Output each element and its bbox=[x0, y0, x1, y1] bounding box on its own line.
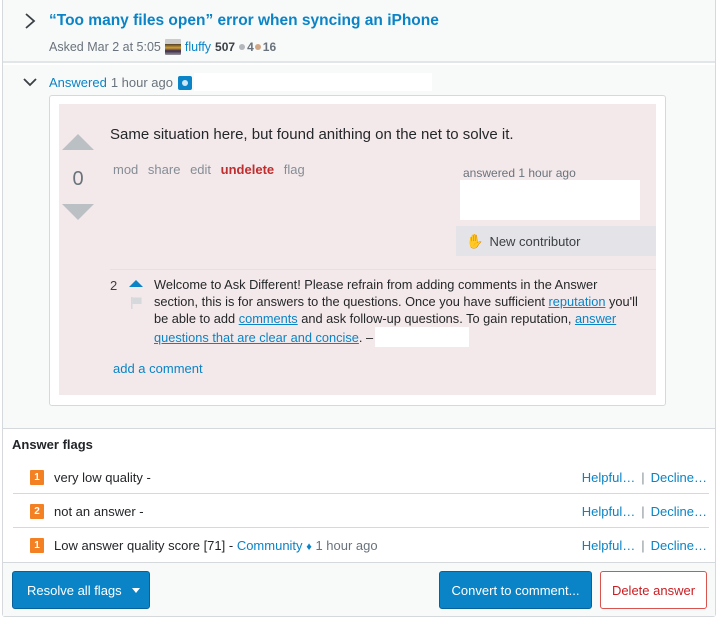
redacted-area bbox=[194, 73, 432, 91]
flag-actions: Helpful… | Decline… bbox=[582, 470, 707, 485]
new-contributor-label: New contributor bbox=[489, 233, 581, 249]
comments-link[interactable]: comments bbox=[239, 311, 298, 326]
silver-badge-count: 4 bbox=[247, 40, 254, 54]
edit-link[interactable]: edit bbox=[190, 162, 211, 177]
undelete-link[interactable]: undelete bbox=[221, 162, 274, 177]
upvote-arrow-icon[interactable] bbox=[62, 134, 94, 150]
question-header: “Too many files open” error when syncing… bbox=[3, 0, 715, 63]
answered-link[interactable]: Answered bbox=[49, 75, 107, 90]
redacted-comment-user bbox=[375, 327, 470, 347]
convert-to-comment-button[interactable]: Convert to comment... bbox=[439, 571, 592, 609]
flag-count-badge: 1 bbox=[30, 538, 44, 553]
answered-timestamp: answered 1 hour ago bbox=[463, 166, 576, 180]
flag-link[interactable]: flag bbox=[284, 162, 305, 177]
comment-flag-icon[interactable] bbox=[130, 297, 142, 309]
deleted-answer-body: 0 Same situation here, but found anithin… bbox=[59, 104, 656, 395]
decline-button[interactable]: Decline… bbox=[651, 470, 707, 485]
comment-text-part: and ask follow-up questions. To gain rep… bbox=[297, 311, 575, 326]
flag-reason: not an answer - bbox=[54, 503, 144, 519]
bronze-badge-icon bbox=[254, 44, 261, 50]
resolve-label: Resolve all flags bbox=[27, 582, 122, 598]
comment-upvote-icon[interactable] bbox=[129, 280, 143, 287]
answer-flags-heading: Answer flags bbox=[12, 437, 93, 452]
answer-section: Answered 1 hour ago 0 Same situation her… bbox=[3, 65, 715, 429]
flag-reason: Low answer quality score [71] - Communit… bbox=[54, 538, 378, 553]
flag-count-badge: 2 bbox=[30, 503, 44, 519]
user-link[interactable]: fluffy bbox=[185, 40, 211, 54]
flag-time: 1 hour ago bbox=[315, 538, 378, 553]
delete-answer-button[interactable]: Delete answer bbox=[600, 571, 707, 609]
moderator-icon bbox=[177, 75, 192, 90]
answered-time: 1 hour ago bbox=[110, 75, 173, 90]
flag-actions: Helpful… | Decline… bbox=[582, 504, 707, 519]
question-title-link[interactable]: “Too many files open” error when syncing… bbox=[49, 12, 439, 30]
helpful-button[interactable]: Helpful… bbox=[582, 470, 635, 485]
helpful-button[interactable]: Helpful… bbox=[582, 504, 635, 519]
asked-label: Asked Mar 2 at 5:05 bbox=[49, 40, 161, 54]
decline-button[interactable]: Decline… bbox=[651, 538, 707, 553]
mod-link[interactable]: mod bbox=[113, 162, 138, 177]
bronze-badge-count: 16 bbox=[262, 40, 277, 54]
reputation: 507 bbox=[215, 40, 236, 54]
flagger-link[interactable]: Community bbox=[237, 538, 303, 553]
caret-down-icon bbox=[131, 587, 140, 593]
flag-reason-text: Low answer quality score [71] - bbox=[54, 538, 237, 553]
wave-hand-icon: ✋ bbox=[466, 232, 484, 249]
redacted-user-card bbox=[460, 180, 640, 220]
user-avatar[interactable] bbox=[164, 39, 181, 55]
vote-count: 0 bbox=[72, 168, 84, 190]
reputation-link[interactable]: reputation bbox=[549, 294, 606, 309]
separator: | bbox=[641, 538, 645, 553]
action-footer: Resolve all flags Convert to comment... … bbox=[3, 562, 715, 616]
downvote-arrow-icon[interactable] bbox=[62, 204, 94, 220]
comment-text-part: . – bbox=[358, 330, 374, 345]
flag-count-badge: 1 bbox=[30, 469, 44, 485]
flag-reason: very low quality - bbox=[54, 469, 151, 485]
comment-score: 2 bbox=[110, 278, 118, 293]
chevron-down-icon[interactable] bbox=[22, 76, 38, 88]
flag-row: 1 Low answer quality score [71] - Commun… bbox=[13, 529, 709, 562]
flag-row: 2 not an answer - Helpful… | Decline… bbox=[13, 495, 709, 528]
comment-text: Welcome to Ask Different! Please refrain… bbox=[154, 276, 644, 347]
add-comment-link[interactable]: add a comment bbox=[113, 361, 203, 376]
share-link[interactable]: share bbox=[148, 162, 181, 177]
review-panel: “Too many files open” error when syncing… bbox=[2, 0, 716, 617]
flag-row: 1 very low quality - Helpful… | Decline… bbox=[13, 461, 709, 494]
silver-badge-icon bbox=[239, 44, 246, 50]
answer-card: 0 Same situation here, but found anithin… bbox=[49, 95, 666, 406]
separator: | bbox=[641, 504, 645, 519]
decline-button[interactable]: Decline… bbox=[651, 504, 707, 519]
comment-text-part: Welcome to Ask Different! Please refrain… bbox=[154, 277, 598, 309]
moderator-diamond-icon: ♦ bbox=[306, 541, 312, 553]
helpful-button[interactable]: Helpful… bbox=[582, 538, 635, 553]
post-menu: mod share edit undelete flag bbox=[113, 162, 311, 177]
flag-actions: Helpful… | Decline… bbox=[582, 538, 707, 553]
new-contributor-banner[interactable]: ✋ New contributor bbox=[456, 226, 656, 256]
chevron-right-icon[interactable] bbox=[23, 12, 37, 30]
answered-info: Answered 1 hour ago bbox=[49, 75, 192, 90]
answer-text: Same situation here, but found anithing … bbox=[110, 126, 514, 143]
separator: | bbox=[641, 470, 645, 485]
resolve-all-flags-button[interactable]: Resolve all flags bbox=[12, 571, 150, 609]
comments-divider bbox=[110, 269, 656, 270]
question-meta: Asked Mar 2 at 5:05 fluffy 507 4 16 bbox=[49, 39, 276, 55]
